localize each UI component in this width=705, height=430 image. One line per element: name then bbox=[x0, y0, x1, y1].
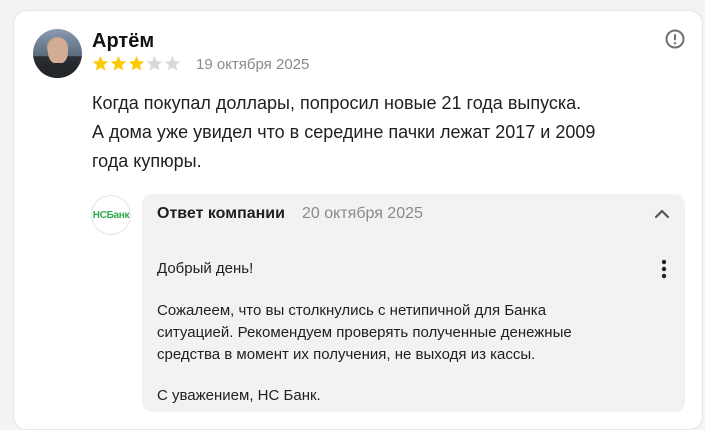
review-date: 19 октября 2025 bbox=[196, 56, 310, 73]
star-filled-icon bbox=[128, 56, 145, 71]
reply-header[interactable]: Ответ компании 20 октября 2025 bbox=[142, 194, 685, 234]
reply-body-line: ситуацией. Рекомендуем проверять получен… bbox=[157, 324, 572, 341]
review-text: Когда покупал доллары, попросил новые 21… bbox=[92, 89, 682, 176]
reply-title: Ответ компании bbox=[157, 205, 285, 222]
exclamation-circle-icon[interactable] bbox=[664, 28, 686, 50]
star-empty-icon bbox=[164, 56, 181, 71]
reply-signature: С уважением, НС Банк. bbox=[157, 387, 321, 404]
review-text-line: года купюры. bbox=[92, 151, 202, 171]
reply-body-line: средства в момент их получения, не выход… bbox=[157, 346, 536, 363]
avatar-body bbox=[39, 63, 77, 78]
avatar[interactable] bbox=[33, 29, 82, 78]
rating-stars bbox=[92, 55, 181, 72]
star-filled-icon bbox=[110, 56, 127, 71]
reply-body: Добрый день! Сожалеем, что вы столкнулис… bbox=[142, 234, 685, 412]
company-logo-text: НСБанк bbox=[92, 209, 130, 221]
reply-message: Добрый день! Сожалеем, что вы столкнулис… bbox=[142, 234, 685, 412]
avatar-face bbox=[48, 38, 68, 64]
reply-date: 20 октября 2025 bbox=[302, 205, 423, 222]
reply-body-line: Сожалеем, что вы столкнулись с нетипично… bbox=[157, 302, 547, 319]
review-card: Артём 19 октября 2025 Когда покупал долл… bbox=[13, 10, 703, 430]
star-empty-icon bbox=[146, 56, 163, 71]
company-logo: НСБанк bbox=[91, 195, 131, 235]
review-text-line: А дома уже увидел что в середине пачки л… bbox=[92, 122, 596, 142]
review-text-line: Когда покупал доллары, попросил новые 21… bbox=[92, 93, 582, 113]
star-filled-icon bbox=[92, 56, 109, 71]
chevron-up-icon[interactable] bbox=[654, 207, 670, 221]
reply-greeting: Добрый день! bbox=[157, 260, 254, 277]
author-name[interactable]: Артём bbox=[92, 30, 154, 53]
kebab-menu-icon[interactable] bbox=[660, 258, 668, 280]
